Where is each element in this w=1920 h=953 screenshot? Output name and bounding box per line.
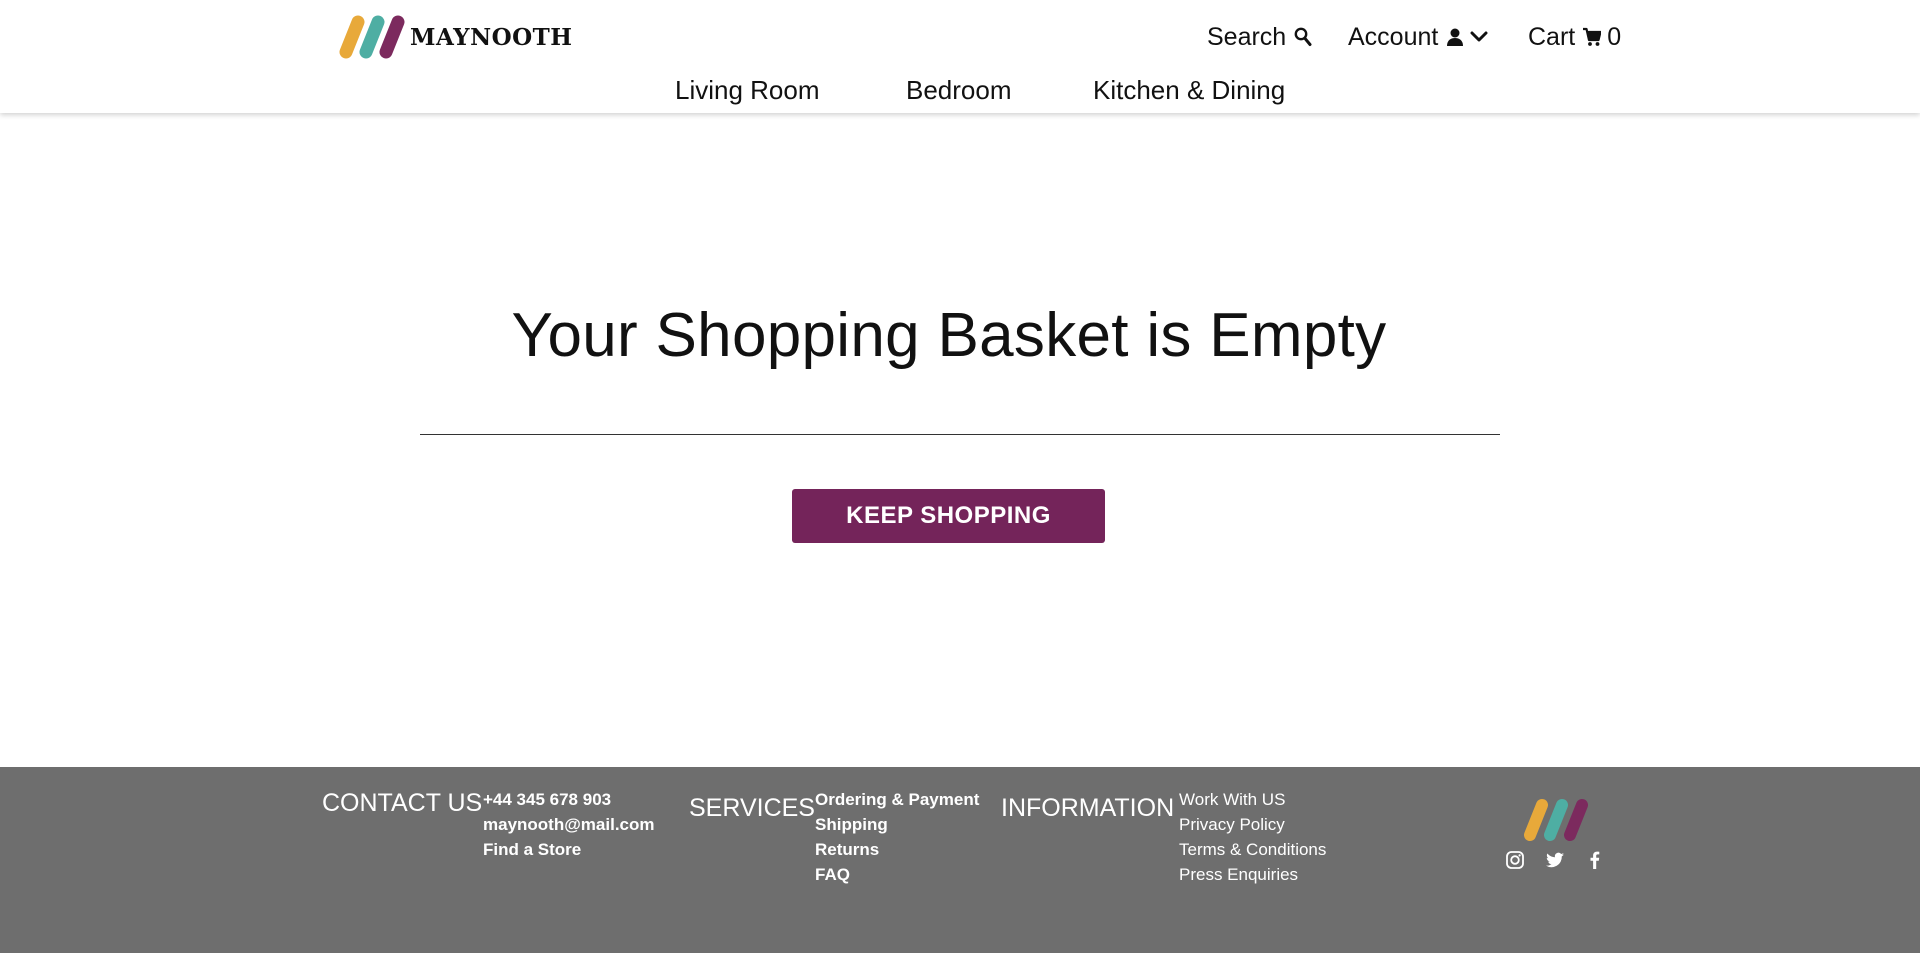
- footer-heading-information: INFORMATION: [1001, 794, 1175, 822]
- footer-link-shipping[interactable]: Shipping: [815, 812, 979, 837]
- instagram-icon[interactable]: [1505, 850, 1525, 870]
- site-header: MAYNOOTH Search Account Cart 0 Living Ro…: [0, 0, 1920, 113]
- cart-count: 0: [1607, 22, 1622, 51]
- page-title: Your Shopping Basket is Empty: [511, 301, 1387, 370]
- twitter-icon[interactable]: [1545, 850, 1565, 870]
- cart-label: Cart: [1528, 22, 1576, 51]
- footer-find-store[interactable]: Find a Store: [483, 837, 655, 862]
- nav-living-room[interactable]: Living Room: [675, 70, 820, 110]
- footer-heading-contact: CONTACT US: [322, 789, 483, 817]
- site-footer: CONTACT US +44 345 678 903 maynooth@mail…: [0, 767, 1920, 953]
- footer-link-ordering-payment[interactable]: Ordering & Payment: [815, 787, 979, 812]
- footer-link-press[interactable]: Press Enquiries: [1179, 862, 1326, 887]
- cart-icon: [1583, 27, 1602, 46]
- chevron-down-icon: [1470, 31, 1488, 42]
- footer-logo-mark-icon: [1524, 799, 1588, 841]
- footer-phone[interactable]: +44 345 678 903: [483, 787, 655, 812]
- facebook-icon[interactable]: [1585, 850, 1605, 870]
- footer-services-list: Ordering & Payment Shipping Returns FAQ: [815, 787, 979, 887]
- account-label: Account: [1348, 22, 1439, 51]
- footer-information-list: Work With US Privacy Policy Terms & Cond…: [1179, 787, 1326, 887]
- search-icon: [1294, 27, 1312, 46]
- brand-name: MAYNOOTH: [410, 23, 573, 51]
- footer-heading-services: SERVICES: [689, 794, 815, 822]
- footer-link-terms[interactable]: Terms & Conditions: [1179, 837, 1326, 862]
- footer-link-work-with-us[interactable]: Work With US: [1179, 787, 1326, 812]
- account-menu[interactable]: Account: [1348, 18, 1488, 56]
- footer-link-privacy-policy[interactable]: Privacy Policy: [1179, 812, 1326, 837]
- footer-email[interactable]: maynooth@mail.com: [483, 812, 655, 837]
- search-link[interactable]: Search: [1207, 18, 1312, 56]
- logo-mark-icon: [339, 15, 405, 59]
- social-links: [1505, 850, 1605, 870]
- divider: [420, 434, 1500, 435]
- brand-logo[interactable]: MAYNOOTH: [336, 14, 573, 60]
- nav-bedroom[interactable]: Bedroom: [906, 70, 1012, 110]
- search-label: Search: [1207, 22, 1287, 51]
- nav-kitchen-dining[interactable]: Kitchen & Dining: [1093, 70, 1285, 110]
- footer-contact-list: +44 345 678 903 maynooth@mail.com Find a…: [483, 787, 655, 862]
- user-icon: [1447, 28, 1464, 46]
- footer-link-faq[interactable]: FAQ: [815, 862, 979, 887]
- keep-shopping-button[interactable]: KEEP SHOPPING: [792, 489, 1105, 543]
- cart-link[interactable]: Cart 0: [1528, 18, 1621, 56]
- footer-link-returns[interactable]: Returns: [815, 837, 979, 862]
